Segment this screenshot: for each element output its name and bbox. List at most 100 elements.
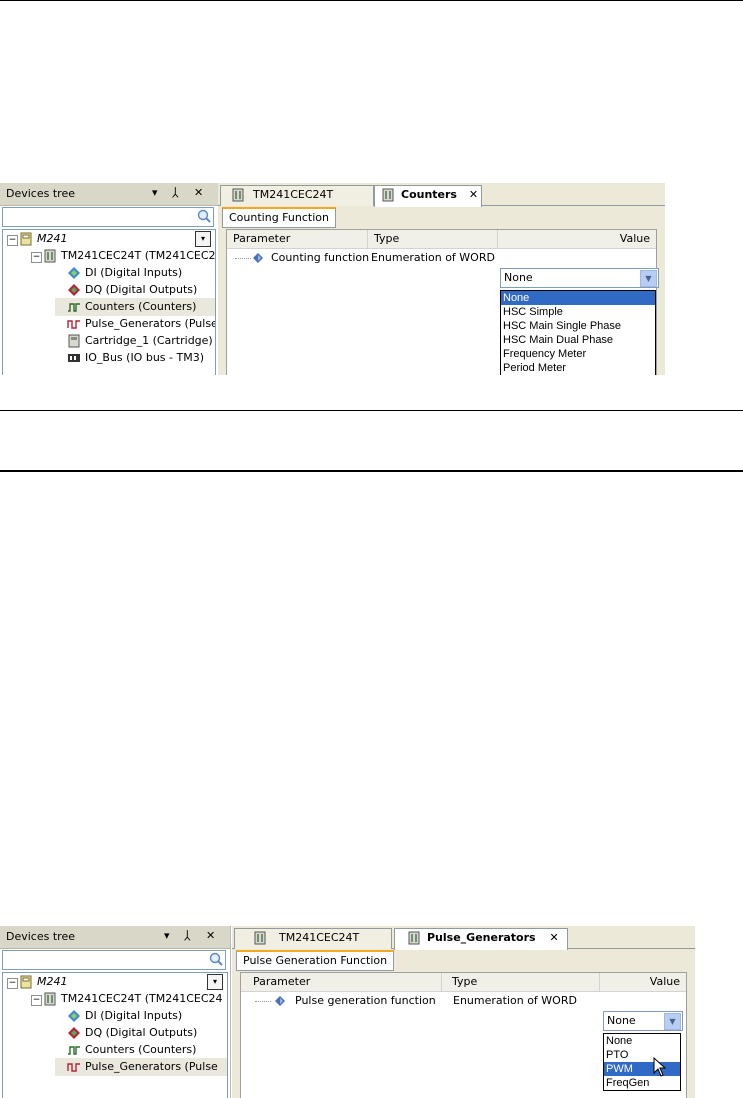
tab-tm241cec24t[interactable]: TM241CEC24T: [234, 928, 392, 949]
dropdown-option[interactable]: HSC Main Dual Phase: [501, 333, 655, 347]
devices-tree-search-input[interactable]: [2, 950, 226, 970]
mouse-cursor-icon: [653, 1057, 667, 1077]
tab-counters[interactable]: Counters ✕: [374, 185, 482, 207]
pin-icon[interactable]: ᛸ: [184, 929, 191, 942]
tree-item-pulse-generators[interactable]: Pulse_Generators (Pulse: [55, 1058, 227, 1076]
combo-value: None: [504, 271, 533, 284]
value-dropdown-list[interactable]: None HSC Simple HSC Main Single Phase HS…: [500, 290, 656, 375]
parameter-grid: Parameter Type Value Counting function E…: [226, 229, 659, 375]
controller-icon: [254, 931, 266, 945]
column-header-type[interactable]: Type: [441, 973, 477, 991]
tree-item-di[interactable]: DI (Digital Inputs): [67, 264, 182, 282]
close-icon[interactable]: ✕: [194, 186, 203, 199]
dropdown-option[interactable]: PWM: [604, 1062, 680, 1076]
tab-close-icon[interactable]: ✕: [469, 188, 478, 201]
subtab-counting-function[interactable]: Counting Function: [222, 207, 336, 228]
tree-label: DQ (Digital Outputs): [85, 1026, 198, 1039]
cartridge-icon: [68, 334, 80, 348]
tree-connector: [235, 258, 251, 259]
tree-item-tm241[interactable]: TM241CEC24T (TM241CEC24: [43, 990, 223, 1008]
tree-label: Counters (Counters): [85, 1043, 197, 1056]
folder-device-icon: [20, 232, 32, 246]
devices-tree-search-input[interactable]: [2, 207, 214, 227]
top-rule: [0, 0, 743, 1]
column-header-parameter[interactable]: Parameter: [233, 230, 290, 248]
dropdown-option[interactable]: Frequency Meter: [501, 347, 655, 361]
column-header-value[interactable]: Value: [599, 973, 680, 991]
devices-tree-header: Devices tree ▾ ᛸ ✕: [0, 926, 230, 949]
tree-item-m241[interactable]: M241: [19, 230, 68, 248]
devices-tree-title: Devices tree: [6, 930, 75, 943]
section-rule-thin: [0, 410, 743, 411]
tree-label: Pulse_Generators (Pulse: [85, 1060, 218, 1073]
dropdown-option[interactable]: FreqGen: [604, 1076, 680, 1090]
dropdown-option[interactable]: None: [501, 291, 655, 305]
dropdown-option[interactable]: Period Meter: [501, 361, 655, 375]
tree-item-di[interactable]: DI (Digital Inputs): [67, 1007, 182, 1025]
tree-item-io-bus[interactable]: IO_Bus (IO bus - TM3): [67, 349, 204, 367]
pulse-generators-screenshot: Devices tree ▾ ᛸ ✕ − M241 ▾ − TM241CEC24…: [0, 926, 695, 1098]
collapse-icon[interactable]: −: [7, 978, 18, 989]
dropdown-option[interactable]: HSC Simple: [501, 305, 655, 319]
section-rule-thick: [0, 470, 743, 472]
counter-icon: [68, 1046, 80, 1055]
digital-inputs-icon: [68, 267, 80, 279]
io-bus-icon: [68, 354, 80, 362]
chevron-down-icon[interactable]: ▼: [664, 1013, 681, 1030]
tree-item-m241[interactable]: M241: [19, 973, 68, 991]
search-icon[interactable]: [197, 209, 211, 223]
parameter-grid: Parameter Type Value Pulse generation fu…: [240, 972, 687, 1098]
tree-label: Cartridge_1 (Cartridge): [85, 334, 213, 347]
chevron-down-icon[interactable]: ▼: [640, 270, 657, 287]
grid-row[interactable]: Counting function Enumeration of WORD: [227, 249, 656, 267]
search-icon[interactable]: [209, 952, 223, 966]
devices-tree: − M241 ▾ − TM241CEC24T (TM241CEC24 DI (D…: [2, 229, 216, 375]
dropdown-option[interactable]: HSC Main Single Phase: [501, 319, 655, 333]
tab-label: TM241CEC24T: [253, 188, 334, 201]
digital-inputs-icon: [68, 1010, 80, 1022]
grid-header: Parameter Type Value: [227, 230, 656, 249]
tab-tm241cec24t[interactable]: TM241CEC24T: [220, 185, 374, 206]
column-header-parameter[interactable]: Parameter: [253, 973, 310, 991]
devices-tree-title: Devices tree: [6, 187, 75, 200]
subtab-pulse-generation-function[interactable]: Pulse Generation Function: [236, 950, 395, 971]
tree-item-cartridge[interactable]: Cartridge_1 (Cartridge): [67, 332, 213, 350]
dropdown-option[interactable]: None: [604, 1034, 680, 1048]
tree-item-tm241[interactable]: TM241CEC24T (TM241CEC24: [43, 247, 216, 265]
tree-item-counters[interactable]: Counters (Counters): [55, 298, 215, 316]
dropdown-arrow-icon[interactable]: ▾: [152, 186, 158, 199]
value-combobox[interactable]: None ▼: [603, 1011, 683, 1031]
controller-icon: [44, 249, 56, 263]
tree-item-counters[interactable]: Counters (Counters): [67, 1041, 196, 1059]
tree-label: Pulse_Generators (Pulse: [85, 317, 216, 330]
parameter-icon: [253, 253, 263, 263]
tree-item-pulse-generators[interactable]: Pulse_Generators (Pulse: [67, 315, 216, 333]
editor-panel: TM241CEC24T Pulse_Generators ✕ Pulse Gen…: [232, 926, 695, 1098]
value-combobox[interactable]: None ▼: [500, 268, 659, 288]
tab-close-icon[interactable]: ✕: [549, 931, 558, 944]
tree-item-dq[interactable]: DQ (Digital Outputs): [67, 1024, 197, 1042]
tree-label: TM241CEC24T (TM241CEC24: [61, 249, 216, 262]
column-header-value[interactable]: Value: [497, 230, 650, 248]
collapse-icon[interactable]: −: [31, 252, 42, 263]
combo-value: None: [607, 1014, 636, 1027]
row-type: Enumeration of WORD: [453, 994, 577, 1007]
tree-item-dq[interactable]: DQ (Digital Outputs): [67, 281, 197, 299]
close-icon[interactable]: ✕: [206, 929, 215, 942]
tree-label: DQ (Digital Outputs): [85, 283, 198, 296]
grid-row[interactable]: Pulse generation function Enumeration of…: [241, 992, 686, 1010]
dropdown-option[interactable]: PTO: [604, 1048, 680, 1062]
column-header-type[interactable]: Type: [367, 230, 399, 248]
value-dropdown-list[interactable]: None PTO PWM FreqGen: [603, 1033, 681, 1091]
tree-dropdown-icon[interactable]: ▾: [207, 974, 223, 990]
pin-icon[interactable]: ᛸ: [172, 186, 179, 199]
row-type: Enumeration of WORD: [371, 251, 495, 264]
dropdown-arrow-icon[interactable]: ▾: [164, 929, 170, 942]
collapse-icon[interactable]: −: [7, 235, 18, 246]
tab-pulse-generators[interactable]: Pulse_Generators ✕: [394, 928, 568, 950]
tree-dropdown-icon[interactable]: ▾: [195, 231, 211, 247]
collapse-icon[interactable]: −: [31, 995, 42, 1006]
devices-tree: − M241 ▾ − TM241CEC24T (TM241CEC24 DI (D…: [2, 972, 228, 1098]
counters-screenshot: Devices tree ▾ ᛸ ✕ − M241 ▾ − TM241CEC24…: [0, 183, 665, 375]
pulse-generator-icon: [67, 320, 80, 329]
